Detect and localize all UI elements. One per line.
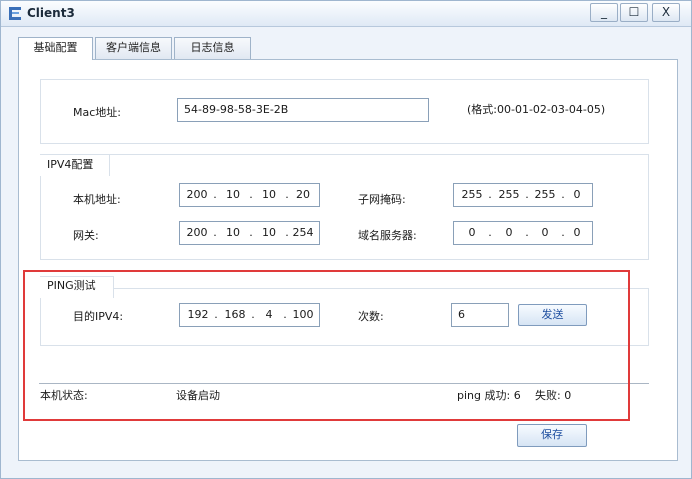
subnet-mask-input[interactable]: 255 . 255 . 255 . 0: [453, 183, 593, 207]
ip-dot: .: [488, 188, 492, 201]
ping-group-title: PING测试: [47, 279, 96, 292]
save-button[interactable]: 保存: [517, 424, 587, 447]
local-ip-input[interactable]: 200 . 10 . 10 . 20: [179, 183, 320, 207]
mac-label: Mac地址:: [73, 106, 121, 119]
ip-octet: 10: [226, 226, 240, 239]
ip-octet: 10: [262, 226, 276, 239]
client-app-icon: [9, 7, 21, 20]
ip-dot: .: [488, 226, 492, 239]
dns-server-input[interactable]: 0 . 0 . 0 . 0: [453, 221, 593, 245]
ip-octet: 168: [224, 308, 246, 321]
ip-octet: 255: [534, 188, 556, 201]
ip-octet: 0: [573, 188, 581, 201]
status-divider: [39, 383, 649, 384]
ip-octet: 192: [187, 308, 209, 321]
status-label: 本机状态:: [40, 389, 88, 402]
send-button[interactable]: 发送: [518, 304, 587, 326]
ip-octet: 254: [292, 226, 314, 239]
ip-octet: 255: [498, 188, 520, 201]
title-bar[interactable]: Client3 _ ☐ X: [1, 1, 691, 27]
maximize-button[interactable]: ☐: [620, 3, 648, 22]
mac-format-hint: (格式:00-01-02-03-04-05): [467, 103, 606, 116]
ip-octet: 10: [226, 188, 240, 201]
ip-octet: 20: [296, 188, 310, 201]
status-value: 设备启动: [176, 389, 220, 402]
dns-label: 域名服务器:: [358, 229, 417, 242]
gateway-input[interactable]: 200 . 10 . 10 . 254: [179, 221, 320, 245]
ping-count-input[interactable]: 6: [451, 303, 509, 327]
ipv4-group-title: IPV4配置: [47, 158, 94, 171]
minimize-button[interactable]: _: [590, 3, 618, 22]
ping-fail-count: 失败: 0: [535, 389, 572, 402]
tab-basic-config[interactable]: 基础配置: [18, 37, 93, 60]
ip-octet: 10: [262, 188, 276, 201]
ip-octet: 0: [468, 226, 476, 239]
mac-address-input[interactable]: 54-89-98-58-3E-2B: [177, 98, 429, 122]
close-button[interactable]: X: [652, 3, 680, 22]
local-ip-label: 本机地址:: [73, 193, 121, 206]
tab-client-info[interactable]: 客户端信息: [95, 37, 172, 59]
count-label: 次数:: [358, 310, 384, 323]
ip-octet: 100: [292, 308, 314, 321]
dest-ip-input[interactable]: 192 . 168 . 4 . 100: [179, 303, 320, 327]
tab-log-info[interactable]: 日志信息: [174, 37, 251, 59]
ip-octet: 4: [265, 308, 273, 321]
ip-octet: 0: [541, 226, 549, 239]
ip-octet: 200: [186, 188, 208, 201]
ip-octet: 0: [573, 226, 581, 239]
ping-success-count: ping 成功: 6: [457, 389, 521, 402]
gateway-label: 网关:: [73, 229, 99, 242]
dest-ip-label: 目的IPV4:: [73, 310, 124, 323]
window-title: Client3: [27, 6, 75, 20]
ip-octet: 200: [186, 226, 208, 239]
client-window: Client3 _ ☐ X 基础配置 客户端信息 日志信息 Mac地址: 54-…: [0, 0, 692, 479]
ip-octet: 255: [461, 188, 483, 201]
ip-octet: 0: [505, 226, 513, 239]
subnet-label: 子网掩码:: [358, 193, 406, 206]
ip-dot: .: [214, 308, 218, 321]
